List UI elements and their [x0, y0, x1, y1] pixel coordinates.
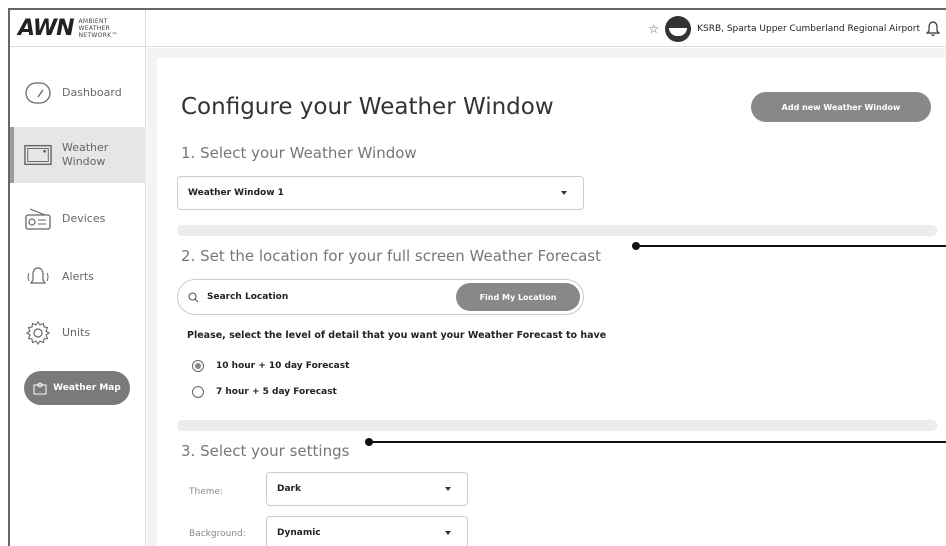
noaa-logo-icon	[665, 15, 692, 42]
settings-panel: Configure your Weather Window Add new We…	[157, 58, 946, 546]
section-3-title: 3. Select your settings	[181, 442, 350, 460]
location-search[interactable]: Find My Location	[177, 279, 584, 315]
chevron-down-icon	[445, 531, 451, 535]
gauge-icon	[24, 81, 52, 105]
sidebar-item-label: Weather Window	[62, 141, 109, 168]
background-select[interactable]: Dynamic	[266, 516, 468, 546]
section-2-title: 2. Set the location for your full screen…	[181, 247, 601, 265]
station-selector[interactable]: ☆ KSRB, Sparta Upper Cumberland Regional…	[648, 10, 940, 47]
weather-map-button[interactable]: Weather Map	[24, 371, 130, 405]
radio-device-icon	[24, 207, 52, 231]
page-title: Configure your Weather Window	[181, 94, 554, 120]
search-icon	[188, 291, 199, 302]
awn-logo[interactable]: AWN AMBIENT WEATHER NETWORK™	[10, 10, 146, 47]
section-1-title: 1. Select your Weather Window	[181, 144, 417, 162]
bell-icon	[24, 265, 52, 289]
callout-line	[638, 245, 946, 247]
map-pin-icon	[33, 382, 47, 394]
sidebar-item-label: Alerts	[62, 270, 94, 283]
search-location-input[interactable]	[207, 292, 447, 302]
top-bar: AWN AMBIENT WEATHER NETWORK™ ☆ KSRB, Spa…	[10, 10, 946, 47]
sidebar-item-label: Units	[62, 326, 91, 339]
theme-select[interactable]: Dark	[266, 472, 468, 506]
logo-subtitle: AMBIENT WEATHER NETWORK™	[78, 18, 118, 39]
section-divider	[177, 225, 937, 236]
sidebar-item-devices[interactable]: Devices	[10, 191, 146, 247]
monitor-icon	[24, 143, 52, 167]
chevron-down-icon	[445, 487, 451, 491]
background-label: Background:	[189, 529, 246, 539]
forecast-option-7h[interactable]: 7 hour + 5 day Forecast	[192, 386, 337, 398]
logo-mark: AWN	[18, 16, 75, 41]
section-divider	[177, 420, 937, 431]
sidebar-item-label: Devices	[62, 212, 106, 225]
callout-line	[371, 441, 946, 443]
find-my-location-button[interactable]: Find My Location	[456, 283, 580, 311]
star-icon[interactable]: ☆	[648, 22, 659, 36]
forecast-option-10h[interactable]: 10 hour + 10 day Forecast	[192, 360, 349, 372]
weather-window-select[interactable]: Weather Window 1	[177, 176, 584, 210]
radio-unselected-icon[interactable]	[192, 386, 204, 398]
sidebar: Dashboard Weather Window Devices Alerts U…	[10, 47, 146, 546]
chevron-down-icon	[561, 191, 567, 195]
detail-level-prompt: Please, select the level of detail that …	[187, 330, 607, 341]
main-content: Configure your Weather Window Add new We…	[147, 48, 946, 546]
radio-selected-icon[interactable]	[192, 360, 204, 372]
notification-bell-icon[interactable]	[926, 20, 940, 37]
add-weather-window-button[interactable]: Add new Weather Window	[751, 92, 931, 122]
sidebar-item-label: Dashboard	[62, 86, 122, 99]
theme-label: Theme:	[189, 487, 224, 497]
gear-icon	[24, 321, 52, 345]
app-window: AWN AMBIENT WEATHER NETWORK™ ☆ KSRB, Spa…	[8, 8, 946, 546]
sidebar-item-dashboard[interactable]: Dashboard	[10, 65, 146, 121]
sidebar-item-weather-window[interactable]: Weather Window	[10, 127, 146, 183]
sidebar-item-alerts[interactable]: Alerts	[10, 249, 146, 305]
station-name: KSRB, Sparta Upper Cumberland Regional A…	[697, 23, 920, 34]
sidebar-item-units[interactable]: Units	[10, 305, 146, 361]
